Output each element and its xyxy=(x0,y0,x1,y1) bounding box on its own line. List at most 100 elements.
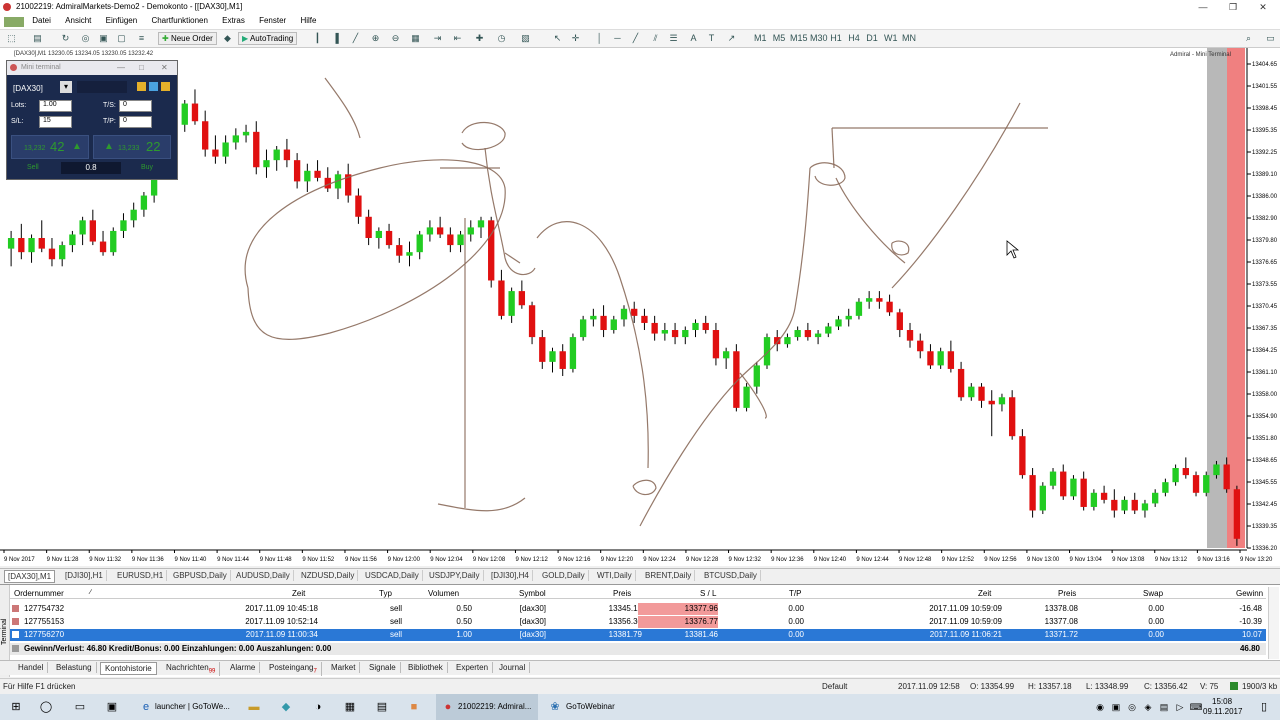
col-typ[interactable]: Typ xyxy=(379,589,392,598)
chart-tab-dax30-m1[interactable]: [DAX30],M1 xyxy=(4,570,56,583)
cursor-icon[interactable]: ↖ xyxy=(552,33,563,44)
buy-label[interactable]: Buy xyxy=(141,164,153,171)
fibonacci-icon[interactable]: ☰ xyxy=(668,33,679,44)
close-button[interactable]: ✕ xyxy=(1248,0,1278,14)
tp-input[interactable]: 0 xyxy=(119,116,152,128)
metaeditor-icon[interactable]: ◆ xyxy=(222,33,233,44)
tf-m30[interactable]: M30 xyxy=(810,33,828,44)
menu-datei[interactable]: Datei xyxy=(26,14,57,25)
new-chart-icon[interactable]: ⬚ xyxy=(6,33,17,44)
tf-d1[interactable]: D1 xyxy=(866,33,878,44)
tab-signale[interactable]: Signale xyxy=(365,662,401,673)
chart-tab-gbpusd-daily[interactable]: GBPUSD,Daily xyxy=(170,570,231,581)
table-row[interactable]: 127756270 2017.11.09 11:00:34 sell 1.00 [dax… xyxy=(10,629,1266,641)
menu-hilfe[interactable]: Hilfe xyxy=(294,14,322,25)
tab-market[interactable]: Market xyxy=(327,662,361,673)
buy-price-button[interactable]: ▲ 13,233 22 xyxy=(93,135,171,159)
search-taskbar-icon[interactable]: ◯ xyxy=(38,699,54,715)
tile-windows-icon[interactable]: ▦ xyxy=(410,33,421,44)
chat-icon[interactable]: ▭ xyxy=(1265,33,1276,44)
tab-experten[interactable]: Experten xyxy=(452,662,494,673)
settings-icon[interactable] xyxy=(137,82,146,91)
periods-icon[interactable]: ◷ xyxy=(496,33,507,44)
profiles-icon[interactable]: ▤ xyxy=(32,33,43,44)
tab-posteingang[interactable]: Posteingang7 xyxy=(265,662,322,676)
trendline-icon[interactable]: ╱ xyxy=(630,33,641,44)
col-preis[interactable]: Preis xyxy=(613,589,631,598)
maximize-button[interactable]: ❒ xyxy=(1218,0,1248,14)
price-chart[interactable]: 13404.65 13401.55 13398.45 13395.35 13392.25… xyxy=(0,48,1280,566)
menu-extras[interactable]: Extras xyxy=(216,14,251,25)
chart-tab-eurusd-h1[interactable]: EURUSD,H1 xyxy=(114,570,168,581)
chart-tab-dji30-h4[interactable]: [DJI30],H4 xyxy=(488,570,533,581)
chart-tab-brent-daily[interactable]: BRENT,Daily xyxy=(642,570,696,581)
tab-bibliothek[interactable]: Bibliothek xyxy=(404,662,448,673)
templates-icon[interactable]: ▧ xyxy=(520,33,531,44)
menu-einfuegen[interactable]: Einfügen xyxy=(100,14,144,25)
crosshair-icon[interactable]: ✛ xyxy=(570,33,581,44)
minimize-button[interactable]: — xyxy=(1188,0,1218,14)
chart-tab-audusd-daily[interactable]: AUDUSD,Daily xyxy=(233,570,294,581)
navigator-icon[interactable]: ◎ xyxy=(80,33,91,44)
calculator-icon[interactable]: ▦ xyxy=(342,699,358,715)
tab-journal[interactable]: Journal xyxy=(495,662,531,673)
taskbar-mt4[interactable]: 21002219: Admiral... xyxy=(458,702,531,711)
volume-icon[interactable]: ▷ xyxy=(1172,699,1188,715)
windows-start-icon[interactable]: ⊞ xyxy=(8,699,24,715)
tab-kontohistorie[interactable]: Kontohistorie xyxy=(100,662,157,675)
tester-icon[interactable]: ▢ xyxy=(116,33,127,44)
keyboard-icon[interactable]: ⌨ xyxy=(1188,699,1204,715)
tray-icon-3[interactable]: ◎ xyxy=(1124,699,1140,715)
channel-icon[interactable]: ⫽ xyxy=(650,33,661,44)
search-icon[interactable]: ⌕ xyxy=(1243,33,1254,44)
horizontal-line-icon[interactable]: ─ xyxy=(612,33,623,44)
chart-tab-usdcad-daily[interactable]: USDCAD,Daily xyxy=(362,570,423,581)
gotowebinar-icon[interactable]: ❀ xyxy=(547,699,563,715)
lots-input[interactable]: 1.00 xyxy=(39,100,72,112)
sell-label[interactable]: Sell xyxy=(27,164,39,171)
tab-alarme[interactable]: Alarme xyxy=(226,662,261,673)
mini-close-icon[interactable]: ✕ xyxy=(161,63,168,72)
mini-maximize-icon[interactable]: □ xyxy=(139,63,144,72)
app-icon-3[interactable]: ◑ xyxy=(310,699,326,715)
taskbar-gotowebinar[interactable]: GoToWebinar xyxy=(566,702,615,711)
text-icon[interactable]: A xyxy=(688,33,699,44)
autotrading-button[interactable]: ▶ AutoTrading xyxy=(238,32,298,45)
tf-h4[interactable]: H4 xyxy=(848,33,860,44)
col-zeit-close[interactable]: Zeit xyxy=(978,589,991,598)
tray-icon-1[interactable]: ◉ xyxy=(1092,699,1108,715)
mini-terminal[interactable]: Mini terminal — □ ✕ [DAX30] ▾ Lots: 1.00… xyxy=(6,60,178,180)
chart-tab-dji30-h1[interactable]: [DJI30],H1 xyxy=(62,570,107,581)
notifications-icon[interactable]: ▯ xyxy=(1256,699,1272,715)
clock-date[interactable]: 09.11.2017 xyxy=(1203,707,1242,716)
col-zeit[interactable]: Zeit xyxy=(292,589,305,598)
col-swap[interactable]: Swap xyxy=(1143,589,1163,598)
ts-input[interactable]: 0 xyxy=(119,100,152,112)
tab-handel[interactable]: Handel xyxy=(14,662,49,673)
chart-tab-nzdusd-daily[interactable]: NZDUSD,Daily xyxy=(298,570,359,581)
tab-nachrichten[interactable]: Nachrichten99 xyxy=(162,662,221,676)
chart-tab-gold-daily[interactable]: GOLD,Daily xyxy=(539,570,589,581)
clock-time[interactable]: 15:08 xyxy=(1212,697,1232,706)
market-watch-icon[interactable]: ↻ xyxy=(60,33,71,44)
col-preis-close[interactable]: Preis xyxy=(1058,589,1076,598)
mini-terminal-header[interactable]: Mini terminal — □ ✕ xyxy=(7,61,177,75)
app-icon-4[interactable]: ■ xyxy=(406,699,422,715)
col-gewinn[interactable]: Gewinn xyxy=(1236,589,1263,598)
store-icon[interactable]: ▣ xyxy=(104,699,120,715)
menu-chartfunktionen[interactable]: Chartfunktionen xyxy=(145,14,213,25)
status-profile[interactable]: Default xyxy=(822,682,847,691)
menu-fenster[interactable]: Fenster xyxy=(253,14,292,25)
tf-mn[interactable]: MN xyxy=(902,33,916,44)
candlestick-icon[interactable]: ▐ xyxy=(330,33,341,44)
sl-input[interactable]: 15 xyxy=(39,116,72,128)
tray-icon-2[interactable]: ▣ xyxy=(1108,699,1124,715)
terminal-scrollbar[interactable] xyxy=(1268,587,1279,659)
edge-icon[interactable]: e xyxy=(138,699,154,715)
vertical-line-icon[interactable]: │ xyxy=(594,33,605,44)
tray-icon-4[interactable]: ◈ xyxy=(1140,699,1156,715)
chart-canvas[interactable]: 13404.65 13401.55 13398.45 13395.35 13392.25… xyxy=(0,48,1280,566)
col-tp[interactable]: T/P xyxy=(789,589,801,598)
indicators-icon[interactable]: ✚ xyxy=(474,33,485,44)
arrows-icon[interactable]: ↗ xyxy=(726,33,737,44)
